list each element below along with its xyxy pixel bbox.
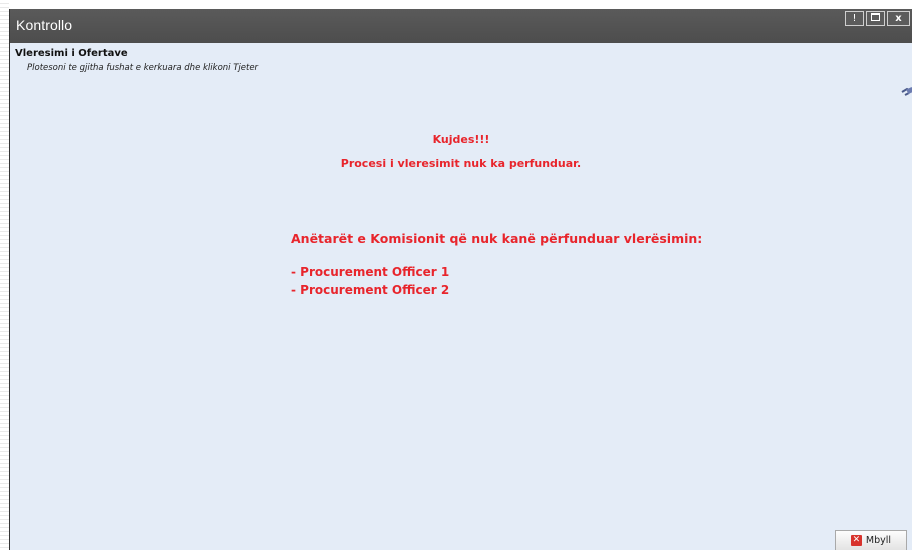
section-title: Vleresimi i Ofertave <box>15 48 128 59</box>
section-subtitle: Plotesoni te gjitha fushat e kerkuara dh… <box>27 63 259 73</box>
close-button-label: Mbyll <box>865 535 892 546</box>
members-heading: Anëtarët e Komisionit që nuk kanë përfun… <box>291 231 703 246</box>
close-x-icon: ✕ <box>850 535 862 546</box>
plug-icon <box>899 83 912 99</box>
maximize-icon <box>871 13 880 21</box>
dialog-window: Kontrollo ! x Vleresimi i Ofertave Plote… <box>9 9 912 550</box>
list-item: - Procurement Officer 1 <box>291 265 450 279</box>
window-controls: ! x <box>845 11 910 26</box>
maximize-button[interactable] <box>866 11 885 26</box>
warning-text: Procesi i vleresimit nuk ka perfunduar. <box>340 157 582 170</box>
warning-title: Kujdes!!! <box>432 133 490 146</box>
help-button[interactable]: ! <box>845 11 864 26</box>
window-close-button[interactable]: x <box>887 11 910 26</box>
background-edge <box>0 0 9 550</box>
title-bar[interactable]: Kontrollo ! x <box>10 9 912 43</box>
window-title: Kontrollo <box>16 17 73 33</box>
list-item: - Procurement Officer 2 <box>291 283 450 297</box>
close-button[interactable]: ✕ Mbyll <box>835 530 907 550</box>
